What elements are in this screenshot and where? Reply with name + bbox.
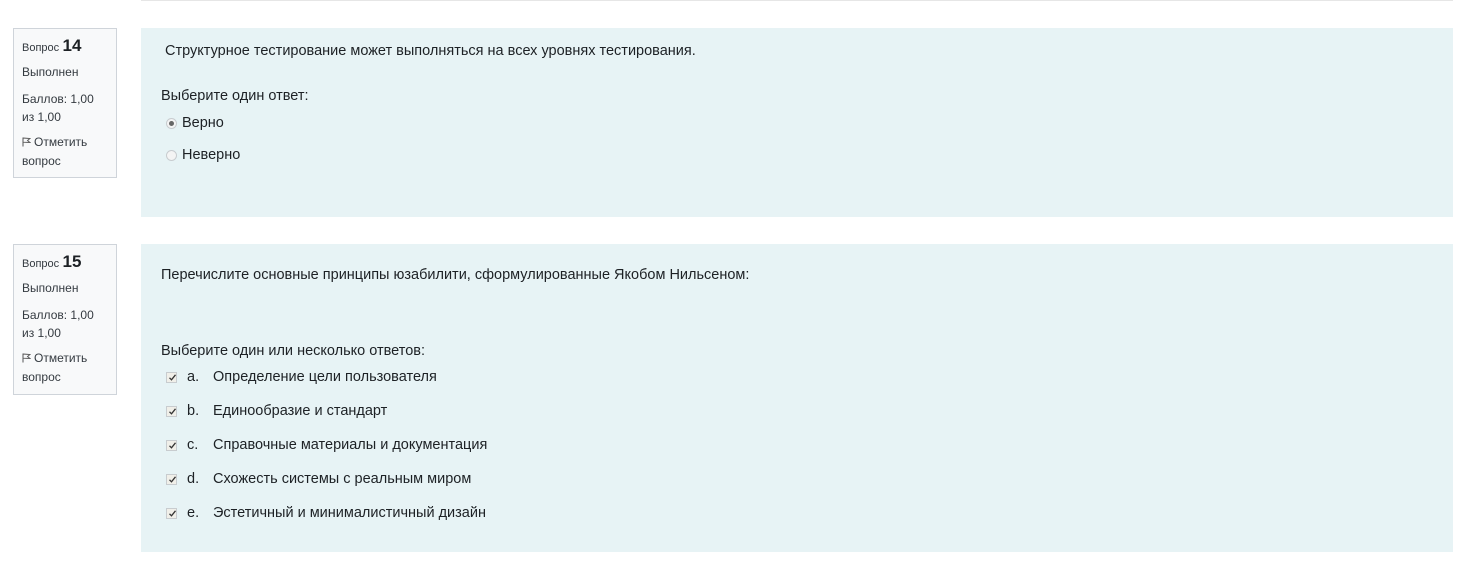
answer-option-e[interactable]: e. Эстетичный и минималистичный дизайн [166,502,486,524]
answer-label[interactable]: Схожесть системы с реальным миром [213,471,471,487]
question-number-value: 14 [62,36,82,55]
flag-question-link[interactable]: Отметить вопрос [22,133,108,170]
question-state: Выполнен [22,65,79,79]
question-info-14: Вопрос 14 Выполнен Баллов: 1,00 из 1,00 … [13,28,117,178]
answer-label[interactable]: Эстетичный и минималистичный дизайн [213,505,486,521]
flag-question-label: Отметить вопрос [22,351,88,384]
question-content-14: Структурное тестирование может выполнять… [141,28,1453,217]
answer-prompt: Выберите один или несколько ответов: [161,343,426,359]
checkbox-e[interactable] [166,507,177,519]
question-number-label: Вопрос [22,42,60,54]
question-text: Перечислите основные принципы юзабилити,… [161,267,750,283]
answer-prompt: Выберите один ответ: [161,88,309,104]
answer-option-d[interactable]: d. Схожесть системы с реальным миром [166,468,471,490]
answer-number: d. [187,471,200,487]
answer-option-true[interactable]: Верно [166,112,224,134]
radio-button-false[interactable] [166,149,177,161]
flag-icon [22,350,32,368]
answer-option-false[interactable]: Неверно [166,144,240,166]
answer-option-a[interactable]: a. Определение цели пользователя [166,366,437,388]
question-number-label: Вопрос [22,258,60,270]
question-info-15: Вопрос 15 Выполнен Баллов: 1,00 из 1,00 … [13,244,117,395]
question-number-value: 15 [62,252,82,271]
flag-question-link[interactable]: Отметить вопрос [22,349,108,386]
checkbox-a[interactable] [166,371,177,383]
question-number: Вопрос 15 [22,252,108,274]
answer-label[interactable]: Определение цели пользователя [213,369,437,385]
flag-icon [22,134,32,152]
checkbox-d[interactable] [166,473,177,485]
top-divider [141,0,1453,1]
checkbox-b[interactable] [166,405,177,417]
question-grade: Баллов: 1,00 из 1,00 [22,92,94,124]
question-grade: Баллов: 1,00 из 1,00 [22,308,94,340]
question-state: Выполнен [22,281,79,295]
question-text: Структурное тестирование может выполнять… [165,43,696,59]
flag-question-label: Отметить вопрос [22,135,88,168]
answer-label[interactable]: Справочные материалы и документация [213,437,487,453]
answer-label[interactable]: Верно [182,115,224,131]
answer-number: e. [187,505,200,521]
answer-number: b. [187,403,200,419]
answer-number: c. [187,437,199,453]
answer-label[interactable]: Единообразие и стандарт [213,403,387,419]
answer-label[interactable]: Неверно [182,147,240,163]
checkbox-c[interactable] [166,439,177,451]
radio-button-true[interactable] [166,117,177,129]
question-number: Вопрос 14 [22,36,108,58]
answer-number: a. [187,369,200,385]
answer-option-c[interactable]: c. Справочные материалы и документация [166,434,487,456]
answer-option-b[interactable]: b. Единообразие и стандарт [166,400,387,422]
question-content-15: Перечислите основные принципы юзабилити,… [141,244,1453,552]
